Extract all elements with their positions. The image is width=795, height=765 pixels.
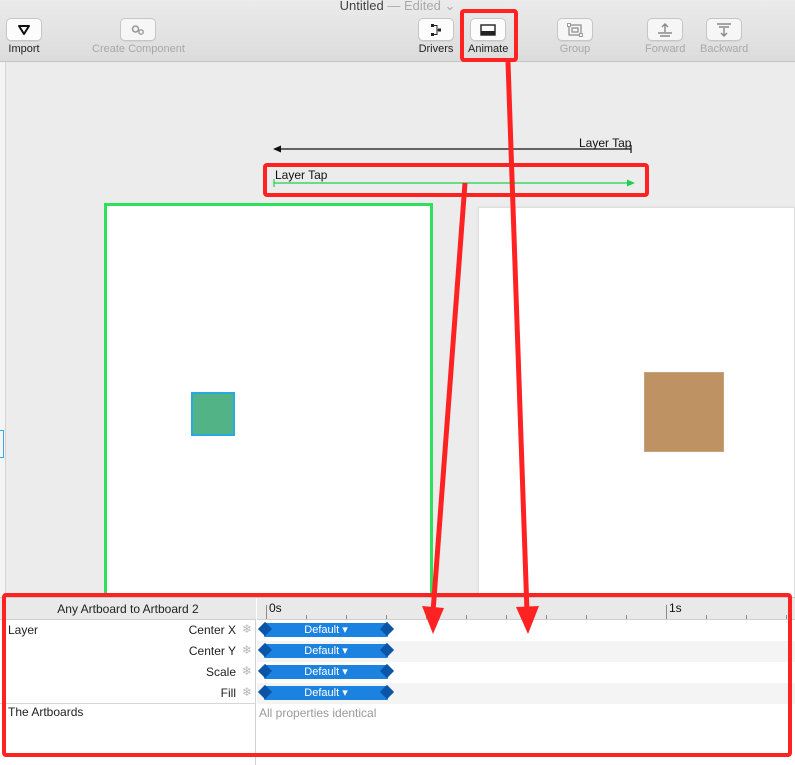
layers-panel-edge <box>0 62 6 597</box>
forward-button[interactable]: Forward <box>645 18 685 55</box>
animation-bar-fill[interactable]: Default ▾ <box>257 684 395 700</box>
property-label: Center Y <box>188 644 236 658</box>
group-label: Group <box>559 43 591 55</box>
edited-indicator[interactable]: — Edited ⌄ <box>387 0 455 13</box>
import-label: Import <box>8 43 40 55</box>
property-label: Center X <box>188 623 236 637</box>
ruler-tick <box>346 615 347 619</box>
animate-icon <box>480 23 496 36</box>
create-component-button[interactable]: Create Component <box>92 18 185 55</box>
group-icon <box>567 22 583 37</box>
canvas[interactable]: Layer Tap Layer Tap <box>7 62 795 597</box>
drivers-label: Drivers <box>418 43 454 55</box>
ruler-tick <box>386 615 387 619</box>
backward-label: Backward <box>700 43 749 55</box>
layer-row-artboards[interactable]: The Artboards <box>0 704 256 725</box>
window-title-text: Untitled <box>339 0 384 13</box>
send-backward-icon <box>717 22 732 37</box>
toolbar: Untitled — Edited ⌄ Import Create Compon… <box>0 0 795 62</box>
ruler-tick-major <box>266 605 267 619</box>
forward-label: Forward <box>645 43 686 55</box>
ruler-tick <box>786 615 787 619</box>
ruler-tick <box>506 615 507 619</box>
property-label: Fill <box>220 686 236 700</box>
ruler-tick-major <box>666 605 667 619</box>
import-button[interactable]: Import <box>6 18 42 55</box>
connection-back-label: Layer Tap <box>579 136 632 150</box>
bring-forward-icon <box>658 22 673 37</box>
property-row-center-y[interactable]: Center Y ❄ <box>0 641 256 662</box>
ruler-tick <box>466 615 467 619</box>
animation-bar-scale[interactable]: Default ▾ <box>257 663 395 679</box>
connection-forward-arrow[interactable] <box>273 176 637 188</box>
property-row-scale[interactable]: Scale ❄ <box>0 662 256 683</box>
transition-title: Any Artboard to Artboard 2 <box>0 598 256 620</box>
create-component-button-face[interactable] <box>120 18 157 41</box>
snowflake-icon[interactable]: ❄ <box>242 664 252 678</box>
import-button-face[interactable] <box>6 18 42 41</box>
animate-button-face[interactable] <box>470 18 507 41</box>
connection-forward-label: Layer Tap <box>275 168 328 182</box>
drivers-button[interactable]: Drivers <box>418 18 454 55</box>
window-title: Untitled — Edited ⌄ <box>0 0 795 14</box>
ruler-tick <box>546 615 547 619</box>
curve-dropdown[interactable]: Default ▾ <box>304 645 347 657</box>
layer-name: Layer <box>8 623 39 637</box>
drivers-icon <box>431 23 441 36</box>
snowflake-icon[interactable]: ❄ <box>242 622 252 636</box>
curve-dropdown[interactable]: Default ▾ <box>304 687 347 699</box>
ruler-tick <box>586 615 587 619</box>
animate-button[interactable]: Animate <box>468 18 508 55</box>
curve-dropdown[interactable]: Default ▾ <box>304 666 347 678</box>
brown-square-layer[interactable] <box>644 372 724 452</box>
ruler-tick <box>306 615 307 619</box>
ruler-tick <box>626 615 627 619</box>
create-component-label: Create Component <box>92 43 185 55</box>
backward-button[interactable]: Backward <box>700 18 748 55</box>
green-square-layer[interactable] <box>191 392 235 436</box>
ruler-label-start: 0s <box>269 601 282 615</box>
property-row-fill[interactable]: Fill ❄ <box>0 683 256 704</box>
selected-layer-marker[interactable] <box>0 430 4 458</box>
ruler-tick <box>706 615 707 619</box>
backward-button-face[interactable] <box>706 18 743 41</box>
group-button-face[interactable] <box>557 18 593 41</box>
property-row-center-x[interactable]: Layer Center X ❄ <box>0 620 256 641</box>
property-label: Scale <box>205 665 236 679</box>
animation-bar-center-y[interactable]: Default ▾ <box>257 642 395 658</box>
ruler-label-end: 1s <box>669 601 682 615</box>
gears-icon <box>132 24 145 35</box>
ruler-tick <box>426 615 427 619</box>
animate-label: Animate <box>468 43 509 55</box>
ruler-tick <box>746 615 747 619</box>
group-button[interactable]: Group <box>557 18 593 55</box>
artboard-2[interactable] <box>478 207 795 597</box>
snowflake-icon[interactable]: ❄ <box>242 685 252 699</box>
animation-timeline: Any Artboard to Artboard 2 0s 1s Layer C… <box>0 597 795 765</box>
animation-bar-center-x[interactable]: Default ▾ <box>257 621 395 637</box>
layer-name: The Artboards <box>8 705 84 719</box>
import-icon <box>18 24 30 35</box>
forward-button-face[interactable] <box>647 18 684 41</box>
snowflake-icon[interactable]: ❄ <box>242 643 252 657</box>
timeline-ruler[interactable]: 0s 1s <box>257 598 795 620</box>
identical-note: All properties identical <box>259 706 377 720</box>
artboard-1[interactable] <box>104 203 433 597</box>
drivers-button-face[interactable] <box>418 18 454 41</box>
curve-dropdown[interactable]: Default ▾ <box>304 624 347 636</box>
